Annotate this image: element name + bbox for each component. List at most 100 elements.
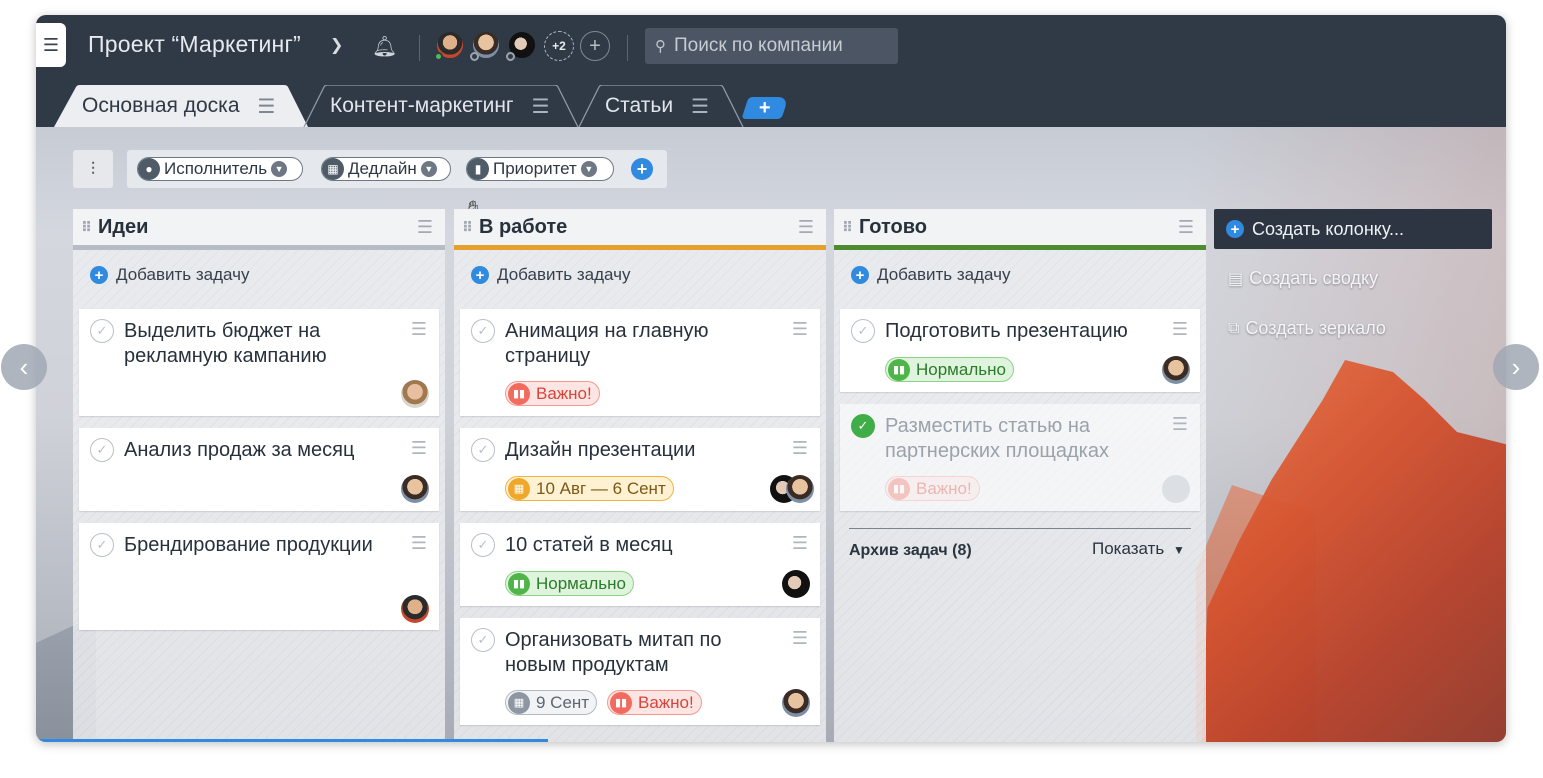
card-menu-icon[interactable]: ☰ xyxy=(1172,319,1188,340)
priority-badge-normal[interactable]: ▮▮ Нормально xyxy=(505,571,634,596)
assignee-avatar[interactable] xyxy=(782,570,810,598)
add-tab-button[interactable]: + xyxy=(741,96,789,119)
add-filter-button[interactable]: + xyxy=(631,158,653,180)
card-menu-icon[interactable]: ☰ xyxy=(792,628,808,649)
caret-down-icon: ▼ xyxy=(580,161,597,177)
filter-label: Исполнитель xyxy=(164,159,268,178)
create-mirror-button[interactable]: ⧉ Создать зеркало xyxy=(1228,318,1386,339)
check-circle-icon[interactable]: ✓ xyxy=(90,533,114,557)
column-header[interactable]: ⠿ В работе ☰ xyxy=(454,209,826,245)
priority-bars-icon: ▮▮ xyxy=(888,477,910,500)
add-task-label: Добавить задачу xyxy=(497,265,631,284)
tab-main-board[interactable]: Основная доска ☰ xyxy=(54,85,308,127)
assignee-avatar[interactable] xyxy=(401,380,429,408)
chevron-down-icon[interactable]: ❯ xyxy=(330,35,343,55)
tab-label: Статьи xyxy=(605,94,674,117)
deadline-badge[interactable]: ▦ 10 Авг — 6 Сент xyxy=(505,476,674,501)
task-card[interactable]: ✓ Анимация на главную страницу ☰ ▮▮ Важн… xyxy=(460,309,820,416)
assignee-avatar[interactable] xyxy=(782,689,810,717)
filter-deadline[interactable]: ▦ Дедлайн ▼ xyxy=(321,157,451,181)
check-circle-icon[interactable]: ✓ xyxy=(851,414,875,438)
drag-handle-icon[interactable]: ⠿ xyxy=(81,219,92,236)
assignee-avatar[interactable] xyxy=(1162,475,1190,503)
column-menu-icon[interactable]: ☰ xyxy=(1178,217,1194,238)
project-title[interactable]: Проект “Маркетинг” xyxy=(88,31,301,58)
assignee-avatar[interactable] xyxy=(401,595,429,623)
horizontal-scroll-indicator[interactable] xyxy=(36,739,548,742)
card-menu-icon[interactable]: ☰ xyxy=(792,438,808,459)
archive-show-button[interactable]: Показать ▼ xyxy=(1092,539,1185,559)
drag-handle-icon[interactable]: ⠿ xyxy=(462,219,473,236)
app-window: ☰ Проект “Маркетинг” ❯ 🔔︎ +2 + ⚲ Основна… xyxy=(36,15,1506,742)
filter-assignee[interactable]: ● Исполнитель ▼ xyxy=(137,157,303,181)
priority-badge-high[interactable]: ▮▮ Важно! xyxy=(885,476,980,501)
task-card[interactable]: ✓ Подготовить презентацию ☰ ▮▮ Нормально xyxy=(840,309,1200,392)
assignee-avatar[interactable] xyxy=(786,475,814,503)
card-menu-icon[interactable]: ☰ xyxy=(1172,414,1188,435)
tab-menu-icon[interactable]: ☰ xyxy=(532,94,550,119)
search-icon: ⚲ xyxy=(655,38,666,55)
next-slide-button[interactable]: › xyxy=(1493,344,1539,390)
offline-status-dot xyxy=(470,52,479,61)
priority-badge-normal[interactable]: ▮▮ Нормально xyxy=(885,357,1014,382)
column-header[interactable]: ⠿ Готово ☰ xyxy=(834,209,1206,245)
search-input[interactable] xyxy=(674,35,884,57)
assignee-avatar[interactable] xyxy=(401,475,429,503)
check-circle-icon[interactable]: ✓ xyxy=(851,319,875,343)
calendar-icon: ▦ xyxy=(508,477,530,500)
task-card[interactable]: ✓ 10 статей в месяц ☰ ▮▮ Нормально xyxy=(460,523,820,606)
task-card[interactable]: ✓ Брендирование продукции ☰ xyxy=(79,523,439,630)
caret-down-icon: ▼ xyxy=(420,161,437,177)
card-menu-icon[interactable]: ☰ xyxy=(792,319,808,340)
tab-content-marketing[interactable]: Контент-маркетинг ☰ xyxy=(302,85,580,127)
task-card-completed[interactable]: ✓ Разместить статью на партнерских площа… xyxy=(840,404,1200,511)
check-circle-icon[interactable]: ✓ xyxy=(471,533,495,557)
badge-label: Важно! xyxy=(536,383,592,403)
check-circle-icon[interactable]: ✓ xyxy=(90,319,114,343)
check-circle-icon[interactable]: ✓ xyxy=(471,319,495,343)
column-header[interactable]: ⠿ Идеи ☰ xyxy=(73,209,445,245)
column-menu-icon[interactable]: ☰ xyxy=(417,217,433,238)
check-circle-icon[interactable]: ✓ xyxy=(471,438,495,462)
bell-icon[interactable]: 🔔︎ xyxy=(372,34,397,59)
task-title: Подготовить презентацию xyxy=(885,320,1128,342)
task-card[interactable]: ✓ Выделить бюджет на рекламную кампанию … xyxy=(79,309,439,416)
tab-articles[interactable]: Статьи ☰ xyxy=(577,85,745,127)
badge-label: 9 Сент xyxy=(536,692,590,712)
add-task-button[interactable]: + Добавить задачу xyxy=(834,250,1206,300)
card-menu-icon[interactable]: ☰ xyxy=(411,438,427,459)
filter-toggle-button[interactable]: ⫶ xyxy=(73,150,113,188)
priority-badge-high[interactable]: ▮▮ Важно! xyxy=(607,690,702,715)
plus-icon: + xyxy=(90,266,108,284)
add-member-button[interactable]: + xyxy=(580,31,610,61)
card-menu-icon[interactable]: ☰ xyxy=(411,319,427,340)
company-search[interactable]: ⚲ xyxy=(645,28,898,64)
main-menu-button[interactable]: ☰ xyxy=(36,23,66,67)
drag-handle-icon[interactable]: ⠿ xyxy=(842,219,853,236)
previous-slide-button[interactable]: ‹ xyxy=(1,344,47,390)
create-column-button[interactable]: + Создать колонку... xyxy=(1214,209,1492,249)
check-circle-icon[interactable]: ✓ xyxy=(90,438,114,462)
tab-menu-icon[interactable]: ☰ xyxy=(258,94,276,119)
more-members-button[interactable]: +2 xyxy=(544,31,574,61)
assignee-avatar[interactable] xyxy=(1162,356,1190,384)
task-card[interactable]: ✓ Дизайн презентации ☰ ▦ 10 Авг — 6 Сент xyxy=(460,428,820,511)
check-circle-icon[interactable]: ✓ xyxy=(471,628,495,652)
plus-icon: + xyxy=(759,96,771,119)
card-menu-icon[interactable]: ☰ xyxy=(411,533,427,554)
deadline-badge[interactable]: ▦ 9 Сент xyxy=(505,690,598,715)
add-task-button[interactable]: + Добавить задачу xyxy=(73,250,445,300)
column-menu-icon[interactable]: ☰ xyxy=(798,217,814,238)
add-task-button[interactable]: + Добавить задачу xyxy=(454,250,826,300)
task-card[interactable]: ✓ Организовать митап по новым продуктам … xyxy=(460,618,820,725)
priority-badge-high[interactable]: ▮▮ Важно! xyxy=(505,381,600,406)
filter-priority[interactable]: ▮ Приоритет ▼ xyxy=(466,157,614,181)
task-card[interactable]: ✓ Анализ продаж за месяц ☰ xyxy=(79,428,439,511)
card-menu-icon[interactable]: ☰ xyxy=(792,533,808,554)
summary-doc-icon: ▤ xyxy=(1228,270,1244,288)
calendar-icon: ▦ xyxy=(322,158,344,180)
task-title: Анимация на главную страницу xyxy=(505,320,709,367)
tab-menu-icon[interactable]: ☰ xyxy=(691,94,709,119)
create-summary-button[interactable]: ▤ Создать сводку xyxy=(1228,268,1378,289)
task-title: Разместить статью на партнерских площадк… xyxy=(885,415,1109,462)
